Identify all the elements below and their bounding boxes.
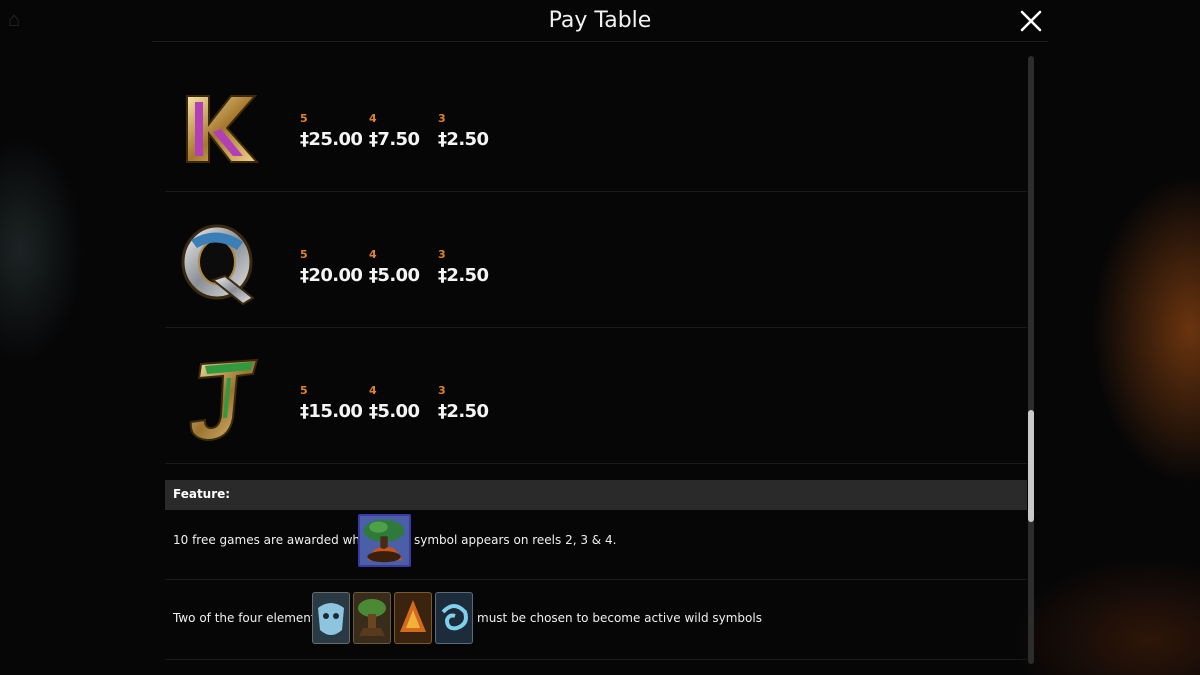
scrollbar-thumb[interactable] [1028, 410, 1034, 522]
payout-amount: ‡25.00 [300, 129, 363, 150]
payout-amount: ‡2.50 [438, 265, 489, 286]
page-title: Pay Table [548, 8, 652, 33]
payout-count: 5 [300, 384, 308, 397]
payout-3: 3 ‡2.50 [438, 112, 508, 150]
payout-amount: ‡2.50 [438, 401, 489, 422]
feature-wilds: Two of the four elements must be chosen … [165, 580, 1027, 660]
free-games-text-after: symbol appears on reels 2, 3 & 4. [414, 533, 617, 547]
payout-5: 5 ‡25.00 [300, 112, 370, 150]
earth-element-icon [353, 592, 391, 644]
letter-j-icon [173, 354, 265, 446]
air-element-icon [435, 592, 473, 644]
payout-amount: ‡2.50 [438, 129, 489, 150]
payout-3: 3 ‡2.50 [438, 248, 508, 286]
fire-element-icon [394, 592, 432, 644]
payout-count: 5 [300, 248, 308, 261]
payout-4: 4 ‡5.00 [369, 248, 439, 286]
payout-5: 5 ‡15.00 [300, 384, 370, 422]
payout-amount: ‡7.50 [369, 129, 420, 150]
payout-amount: ‡15.00 [300, 401, 363, 422]
wild-text-before: Two of the four elements [173, 611, 322, 625]
paytable-row-j: 5 ‡15.00 4 ‡5.00 3 ‡2.50 [165, 328, 1027, 464]
feature-free-games: 10 free games are awarded when symbol ap… [165, 510, 1027, 580]
payout-4: 4 ‡7.50 [369, 112, 439, 150]
payout-count: 5 [300, 112, 308, 125]
paytable-row-q: 5 ‡20.00 4 ‡5.00 3 ‡2.50 [165, 192, 1027, 328]
home-icon: ⌂ [8, 9, 21, 31]
payout-4: 4 ‡5.00 [369, 384, 439, 422]
wild-text-after: must be chosen to become active wild sym… [477, 611, 762, 625]
payout-amount: ‡5.00 [369, 265, 420, 286]
payout-5: 5 ‡20.00 [300, 248, 370, 286]
feature-heading-bar: Feature: [165, 480, 1027, 510]
scrollbar[interactable] [1028, 56, 1034, 664]
payout-count: 4 [369, 248, 377, 261]
payout-amount: ‡5.00 [369, 401, 420, 422]
feature-heading: Feature: [173, 487, 231, 501]
close-icon [1020, 10, 1042, 32]
payout-count: 3 [438, 384, 446, 397]
payout-count: 3 [438, 248, 446, 261]
letter-k-icon [173, 82, 265, 174]
paytable-row-k: 5 ‡25.00 4 ‡7.50 3 ‡2.50 [165, 56, 1027, 192]
close-button[interactable] [1018, 8, 1044, 34]
free-games-text-before: 10 free games are awarded when [173, 533, 375, 547]
payout-amount: ‡20.00 [300, 265, 363, 286]
tree-scatter-icon [358, 514, 411, 567]
payout-count: 4 [369, 112, 377, 125]
payout-count: 4 [369, 384, 377, 397]
letter-q-icon [173, 218, 265, 310]
payout-3: 3 ‡2.50 [438, 384, 508, 422]
payout-count: 3 [438, 112, 446, 125]
paytable-panel[interactable]: 5 ‡25.00 4 ‡7.50 3 ‡2.50 5 ‡20.00 4 ‡5.0… [165, 56, 1027, 664]
water-element-icon [312, 592, 350, 644]
paytable-header: Pay Table [152, 0, 1048, 42]
